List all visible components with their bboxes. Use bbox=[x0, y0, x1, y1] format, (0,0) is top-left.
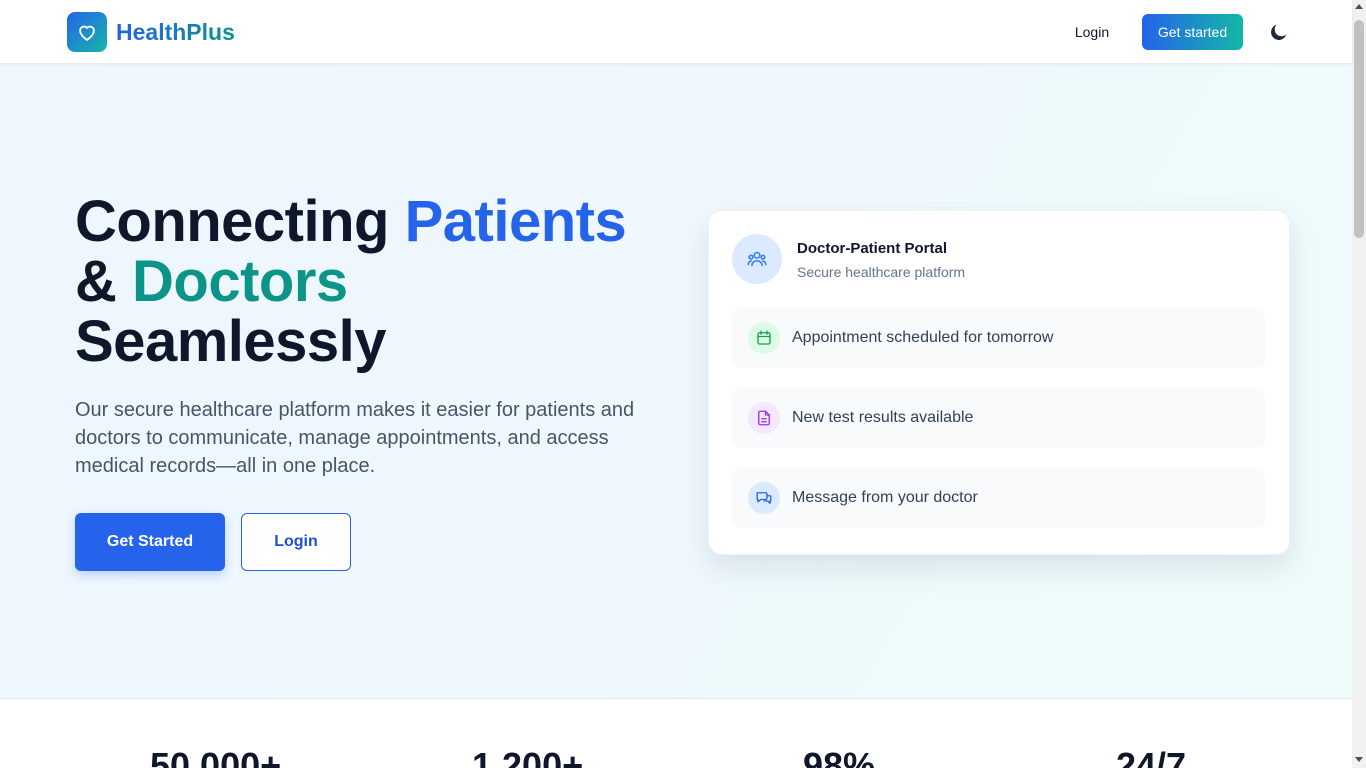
hero-section: Connecting Patients & Doctors Seamlessly… bbox=[0, 64, 1352, 699]
portal-card: Doctor-Patient Portal Secure healthcare … bbox=[708, 210, 1290, 555]
page-scrollbar[interactable] bbox=[1352, 0, 1366, 768]
headline-part-1: Connecting bbox=[75, 189, 405, 254]
stat-value: 98% bbox=[803, 745, 876, 768]
stat-value: 50,000+ bbox=[150, 745, 282, 768]
hero-headline: Connecting Patients & Doctors Seamlessly bbox=[75, 189, 627, 374]
notification-text: New test results available bbox=[792, 409, 974, 426]
users-icon bbox=[732, 234, 782, 284]
stat-value: 24/7 bbox=[1116, 745, 1187, 768]
portal-card-title: Doctor-Patient Portal bbox=[797, 240, 948, 257]
moon-icon[interactable] bbox=[1264, 17, 1294, 47]
notification-text: Message from your doctor bbox=[792, 489, 978, 506]
notification-item[interactable]: Appointment scheduled for tomorrow bbox=[732, 308, 1265, 368]
stats-section: 50,000+ 1,200+ 98% 24/7 bbox=[0, 700, 1352, 768]
hero-login-button[interactable]: Login bbox=[241, 513, 351, 571]
nav-get-started-button[interactable]: Get started bbox=[1142, 14, 1243, 50]
scroll-down-arrow-icon[interactable] bbox=[1355, 757, 1363, 762]
notification-text: Appointment scheduled for tomorrow bbox=[792, 329, 1054, 346]
scroll-up-arrow-icon[interactable] bbox=[1355, 4, 1363, 9]
headline-highlight-doctors: Doctors bbox=[132, 249, 348, 314]
nav-login-button[interactable]: Login bbox=[1062, 14, 1122, 50]
brand-logo[interactable]: HealthPlus bbox=[67, 12, 235, 52]
stat-value: 1,200+ bbox=[472, 745, 584, 768]
notification-item[interactable]: New test results available bbox=[732, 388, 1265, 448]
notification-item[interactable]: Message from your doctor bbox=[732, 468, 1265, 528]
headline-part-3: Seamlessly bbox=[75, 309, 387, 374]
hero-subtitle: Our secure healthcare platform makes it … bbox=[75, 399, 635, 477]
heart-icon bbox=[67, 12, 107, 52]
headline-highlight-patients: Patients bbox=[404, 189, 627, 254]
portal-card-subtitle: Secure healthcare platform bbox=[797, 264, 966, 280]
hero-get-started-button[interactable]: Get Started bbox=[75, 513, 225, 571]
site-header: HealthPlus Login Get started bbox=[0, 0, 1352, 64]
calendar-icon bbox=[748, 322, 780, 354]
scrollbar-thumb[interactable] bbox=[1354, 20, 1364, 238]
file-text-icon bbox=[748, 402, 780, 434]
headline-part-2: & bbox=[75, 249, 132, 314]
brand-name: HealthPlus bbox=[116, 18, 235, 45]
message-icon bbox=[748, 482, 780, 514]
